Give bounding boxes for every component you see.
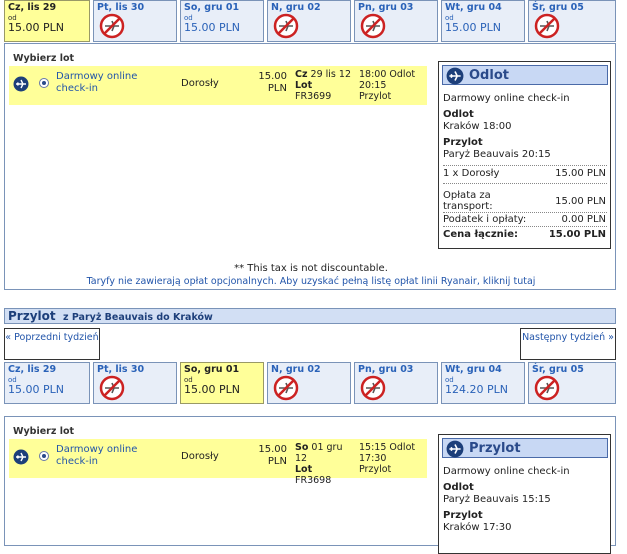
no-flight-icon (99, 13, 125, 39)
day-tab[interactable]: Wt, gru 04 od 124.20 PLN (441, 362, 525, 404)
day-label: Cz, lis 29 (8, 2, 57, 13)
summary-checkin: Darmowy online check-in (443, 466, 570, 477)
flight-times: 18:00 Odlot 20:15 Przylot (359, 69, 416, 102)
no-flight-icon (99, 375, 125, 401)
day-label: Śr, gru 05 (532, 364, 584, 375)
day-tab: N, gru 02 (267, 0, 351, 42)
select-flight-label: Wybierz lot (13, 426, 75, 437)
flight-row[interactable]: Darmowy online check-in Dorosły 15.00 PLN… (9, 66, 427, 105)
flight-price: 15.00 PLN (258, 71, 287, 94)
flight-date: Cz 29 lis 12 Lot FR3699 (295, 69, 351, 102)
summary-arr-value: Paryż Beauvais 20:15 (443, 149, 551, 160)
return-title: Przylot (8, 309, 56, 323)
plane-icon (13, 449, 29, 465)
day-label: Pt, lis 30 (97, 2, 145, 13)
next-week-button[interactable]: Następny tydzień » (520, 328, 616, 360)
return-route: z Paryż Beauvais do Kraków (63, 312, 213, 323)
day-label: Pn, gru 03 (358, 364, 414, 375)
day-tab: Pt, lis 30 (93, 362, 177, 404)
outbound-panel: Wybierz lot Darmowy online check-in Doro… (4, 43, 616, 290)
no-flight-icon (273, 13, 299, 39)
return-section-header: Przylot z Paryż Beauvais do Kraków (4, 308, 616, 324)
day-label: Śr, gru 05 (532, 2, 584, 13)
select-flight-label: Wybierz lot (13, 53, 75, 64)
day-tab[interactable]: So, gru 01 od 15.00 PLN (180, 362, 264, 404)
fees-note-link[interactable]: Taryfy nie zawierają opłat opcjonalnych.… (5, 276, 617, 287)
return-summary-box: Przylot Darmowy online check-in Odlot Pa… (438, 434, 611, 554)
day-label: Wt, gru 04 (445, 364, 502, 375)
summary-header: Przylot (442, 438, 608, 458)
summary-checkin: Darmowy online check-in (443, 93, 570, 104)
prev-week-button[interactable]: « Poprzedni tydzień (4, 328, 100, 360)
divider (443, 183, 607, 184)
day-label: N, gru 02 (271, 2, 321, 13)
day-price: 15.00 PLN (8, 383, 64, 396)
day-price: 124.20 PLN (445, 383, 508, 396)
day-label: N, gru 02 (271, 364, 321, 375)
day-label: Cz, lis 29 (8, 364, 57, 375)
tax-note: ** This tax is not discountable. (234, 263, 388, 274)
day-price: 15.00 PLN (184, 383, 240, 396)
total-price: 15.00 PLN (548, 229, 606, 240)
total-label: Cena łącznie: (443, 229, 519, 240)
day-tab: Śr, gru 05 (528, 362, 616, 404)
day-tab: Pn, gru 03 (354, 0, 438, 42)
day-label: Wt, gru 04 (445, 2, 502, 13)
no-flight-icon (273, 375, 299, 401)
day-tab: Pn, gru 03 (354, 362, 438, 404)
return-panel: Wybierz lot Darmowy online check-in Doro… (4, 416, 616, 554)
plane-icon (13, 76, 29, 92)
day-tab[interactable]: Wt, gru 04 od 15.00 PLN (441, 0, 525, 42)
tax-price: 0.00 PLN (561, 214, 606, 225)
tax-label: Podatek i opłaty: (443, 214, 527, 225)
checkin-link[interactable]: Darmowy online check-in (56, 71, 156, 95)
passenger-type: Dorosły (181, 78, 219, 89)
day-tab: N, gru 02 (267, 362, 351, 404)
divider (443, 165, 607, 166)
flight-price: 15.00 PLN (258, 444, 287, 467)
transport-price: 15.00 PLN (555, 196, 606, 207)
day-label: Pn, gru 03 (358, 2, 414, 13)
checkin-link[interactable]: Darmowy online check-in (56, 444, 156, 468)
summary-arr-heading: Przylot (443, 137, 483, 148)
summary-dep-value: Kraków 18:00 (443, 121, 512, 132)
summary-arr-heading: Przylot (443, 510, 483, 521)
no-flight-icon (360, 375, 386, 401)
flight-radio[interactable] (39, 78, 49, 88)
summary-dep-value: Paryż Beauvais 15:15 (443, 494, 551, 505)
divider (443, 212, 607, 213)
plane-icon (446, 440, 464, 458)
summary-title: Przylot (469, 441, 521, 456)
day-price: 15.00 PLN (184, 21, 240, 34)
day-price: 15.00 PLN (445, 21, 501, 34)
transport-label: Opłata za transport: (443, 190, 493, 212)
plane-icon (446, 67, 464, 85)
flight-row[interactable]: Darmowy online check-in Dorosły 15.00 PLN… (9, 439, 427, 486)
day-tab: Śr, gru 05 (528, 0, 616, 42)
day-price: 15.00 PLN (8, 21, 64, 34)
flight-date: So 01 gru 12 Lot FR3698 (295, 442, 343, 486)
summary-title: Odlot (469, 68, 509, 83)
no-flight-icon (534, 375, 560, 401)
day-tab[interactable]: Cz, lis 29 od 15.00 PLN (4, 362, 90, 404)
flight-radio[interactable] (39, 451, 49, 461)
passenger-type: Dorosły (181, 451, 219, 462)
day-label: So, gru 01 (184, 2, 240, 13)
no-flight-icon (360, 13, 386, 39)
divider (443, 226, 607, 227)
summary-arr-value: Kraków 17:30 (443, 522, 512, 533)
day-tab[interactable]: Cz, lis 29 od 15.00 PLN (4, 0, 90, 42)
summary-dep-heading: Odlot (443, 482, 474, 493)
day-label: Pt, lis 30 (97, 364, 145, 375)
day-label: So, gru 01 (184, 364, 240, 375)
pax-price: 15.00 PLN (555, 168, 606, 179)
outbound-summary-box: Odlot Darmowy online check-in Odlot Krak… (438, 61, 611, 249)
summary-header: Odlot (442, 65, 608, 85)
day-tab: Pt, lis 30 (93, 0, 177, 42)
pax-label: 1 x Dorosły (443, 168, 500, 179)
day-tab[interactable]: So, gru 01 od 15.00 PLN (180, 0, 264, 42)
flight-times: 15:15 Odlot 17:30 Przylot (359, 442, 416, 475)
summary-dep-heading: Odlot (443, 109, 474, 120)
no-flight-icon (534, 13, 560, 39)
